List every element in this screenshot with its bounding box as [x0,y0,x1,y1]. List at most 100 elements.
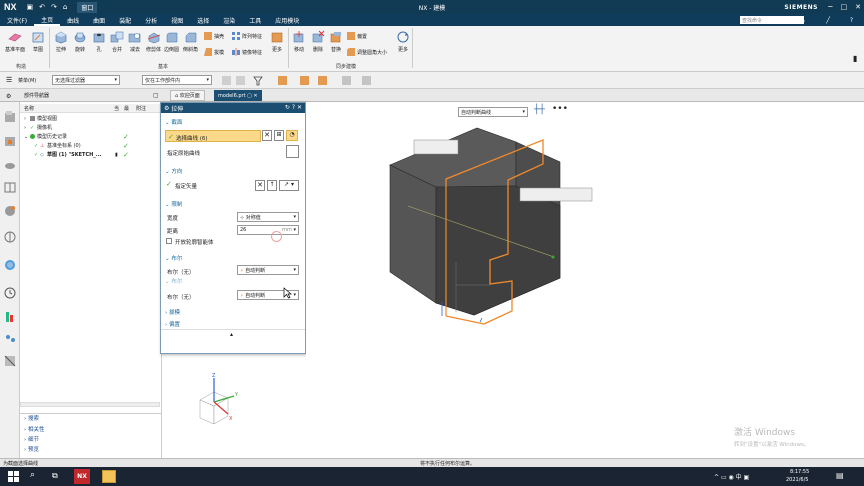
ribbon-toggle-icon[interactable]: ⌄ [794,17,813,24]
process-studio-icon[interactable] [3,310,17,324]
menu-file[interactable]: 文件(F) [0,16,34,25]
sketch-button[interactable]: 草图 [31,30,45,53]
search-icon[interactable]: ⌕ [30,470,35,480]
section-header-offset[interactable]: › 偏置 [165,320,180,328]
col-current[interactable]: 当 [114,105,119,112]
expand-icon[interactable]: › [24,125,26,131]
help-icon[interactable]: ? [292,104,295,111]
ribbon-scroll-icon[interactable]: ▮ [853,54,857,63]
extrude-button[interactable]: 拉伸 [54,30,68,53]
section-dependencies[interactable]: › 相关性 [24,425,44,433]
chamfer-button[interactable]: 倒斜角 [183,30,198,53]
options-icon[interactable]: ╱ [819,17,837,24]
tree-row-sketch[interactable]: ✓ ◇ 草图 (1) "SKETCH_... ▮ ✓ [20,150,162,159]
nx-app-icon[interactable]: NX [74,469,90,484]
reverse-direction-icon[interactable]: ✕ [255,180,265,191]
origin-curve-button[interactable] [286,145,299,158]
close-icon[interactable]: ✕ [297,104,302,111]
history-icon[interactable] [3,258,17,272]
snap-mid-icon[interactable] [318,76,327,85]
menu-render[interactable]: 渲染 [216,16,242,25]
draft-button[interactable]: 拔模 [204,48,224,56]
reuse-library-icon[interactable] [3,180,17,194]
col-latest[interactable]: 最 [124,105,129,112]
mirror-feature-button[interactable]: 镜像特征 [232,48,262,56]
section-header-boolean[interactable]: ⌄ 布尔 [165,254,182,262]
navigator-hscrollbar[interactable] [20,402,160,407]
sketch-section-icon[interactable]: ◔ [286,130,298,141]
scope-dropdown[interactable]: 仅在工作部件内 ▾ [142,75,212,85]
menu-assembly[interactable]: 装配 [112,16,138,25]
tab-welcome-page[interactable]: ⌂ 欢迎页面 [170,90,205,101]
menu-select[interactable]: 选择 [190,16,216,25]
redo-icon[interactable]: ↷ [51,3,57,11]
section-header-boolean-ghost[interactable]: ⌄ 布尔 [165,277,182,285]
more-sync-button[interactable]: 更多 [396,30,410,53]
datum-plane-button[interactable]: 基准平面 [5,30,25,53]
section-header-direction[interactable]: ⌄ 方向 [165,167,182,175]
tree-row-datum-csys[interactable]: ✓ ⊥ 基准坐标系 (0) ✓ [20,141,162,150]
expand-more-icon[interactable]: ▴ [230,331,233,338]
notification-icon[interactable]: ▤ [836,471,844,480]
resize-blend-button[interactable]: 调整圆角大小 [347,48,387,56]
render-style-icon[interactable] [362,76,371,85]
system-scene-icon[interactable] [3,354,17,368]
snap-point-icon[interactable] [278,76,287,85]
hd3d-tools-icon[interactable] [3,204,17,218]
section-details[interactable]: › 细节 [24,435,39,443]
close-tab-icon[interactable]: ▢ ✕ [246,93,258,99]
pattern-feature-button[interactable]: 阵列特征 [232,32,262,40]
boolean-dropdown[interactable]: ⚡ 自动判断 ▾ [237,265,299,275]
window-menu[interactable]: 窗口 [77,1,98,13]
home-icon[interactable]: ⌂ [63,3,67,11]
web-browser-icon[interactable] [3,230,17,244]
select-all-icon[interactable] [222,76,231,85]
tree-row-cameras[interactable]: › ✓ 摄像机 [20,123,162,132]
col-note[interactable]: 附注 [136,105,146,112]
part-navigator-icon[interactable] [3,110,17,124]
type-filter-dropdown[interactable]: 无选择过滤器 ▾ [52,75,120,85]
menu-home[interactable]: 主页 [34,15,61,26]
section-search[interactable]: › 搜索 [24,414,39,422]
tree-row-model-views[interactable]: › 模型视图 [20,114,162,123]
constraint-navigator-icon[interactable] [3,158,17,172]
vector-dialog-icon[interactable]: ↑ [267,180,277,191]
tree-row-history[interactable]: ⌄ 模型历史记录 ✓ [20,132,162,141]
expand-icon[interactable]: › [24,116,26,122]
menu-hamburger-icon[interactable]: ☰ [6,76,12,84]
select-curve-row[interactable]: ✓ 选择曲线 (6) [165,130,261,142]
vector-type-dropdown[interactable]: ↗ ▾ [279,180,299,191]
subtract-button[interactable]: 减去 [128,30,142,53]
open-profile-checkbox[interactable] [166,238,172,244]
menu-applications[interactable]: 应用模块 [268,16,306,25]
menu-analysis[interactable]: 分析 [138,16,164,25]
file-explorer-icon[interactable] [102,470,116,483]
tab-model6[interactable]: model6.prt ▢ ✕ [214,90,262,101]
help-icon[interactable]: ? [843,17,860,24]
section-header-section[interactable]: ⌄ 截面 [165,118,182,126]
roles-icon[interactable] [3,332,17,346]
system-tray-icons[interactable]: ^ ▭ ◉ 中 ▣ [714,472,749,481]
snap-end-icon[interactable] [300,76,309,85]
tab-part-navigator[interactable]: 部件导航器 [20,90,53,101]
move-face-button[interactable]: 移动 [292,30,306,53]
assembly-navigator-icon[interactable] [3,134,17,148]
gear-icon[interactable]: ⚙ [6,93,11,100]
undo-icon[interactable]: ↶ [39,3,45,11]
more-basic-button[interactable]: 更多 [270,30,284,53]
clock-icon[interactable] [3,286,17,300]
width-dropdown[interactable]: ⊹ 对称值 ▾ [237,212,299,222]
delete-face-button[interactable]: 删除 [311,30,325,53]
curve-rule-icon[interactable]: ⊞ [274,130,284,141]
edge-blend-button[interactable]: 边倒圆 [164,30,179,53]
trim-body-button[interactable]: 修剪体 [146,30,161,53]
hole-button[interactable]: 孔 [92,30,106,53]
pin-icon[interactable]: ▢ [153,92,159,99]
section-preview[interactable]: › 预览 [24,445,39,453]
shell-button[interactable]: 抽壳 [204,32,224,40]
menu-surface[interactable]: 曲面 [86,16,112,25]
section-header-limits[interactable]: ⌄ 限制 [165,200,182,208]
menu-curve[interactable]: 曲线 [60,16,86,25]
section-header-draft[interactable]: › 拔模 [165,308,180,316]
deselect-icon[interactable] [236,76,245,85]
